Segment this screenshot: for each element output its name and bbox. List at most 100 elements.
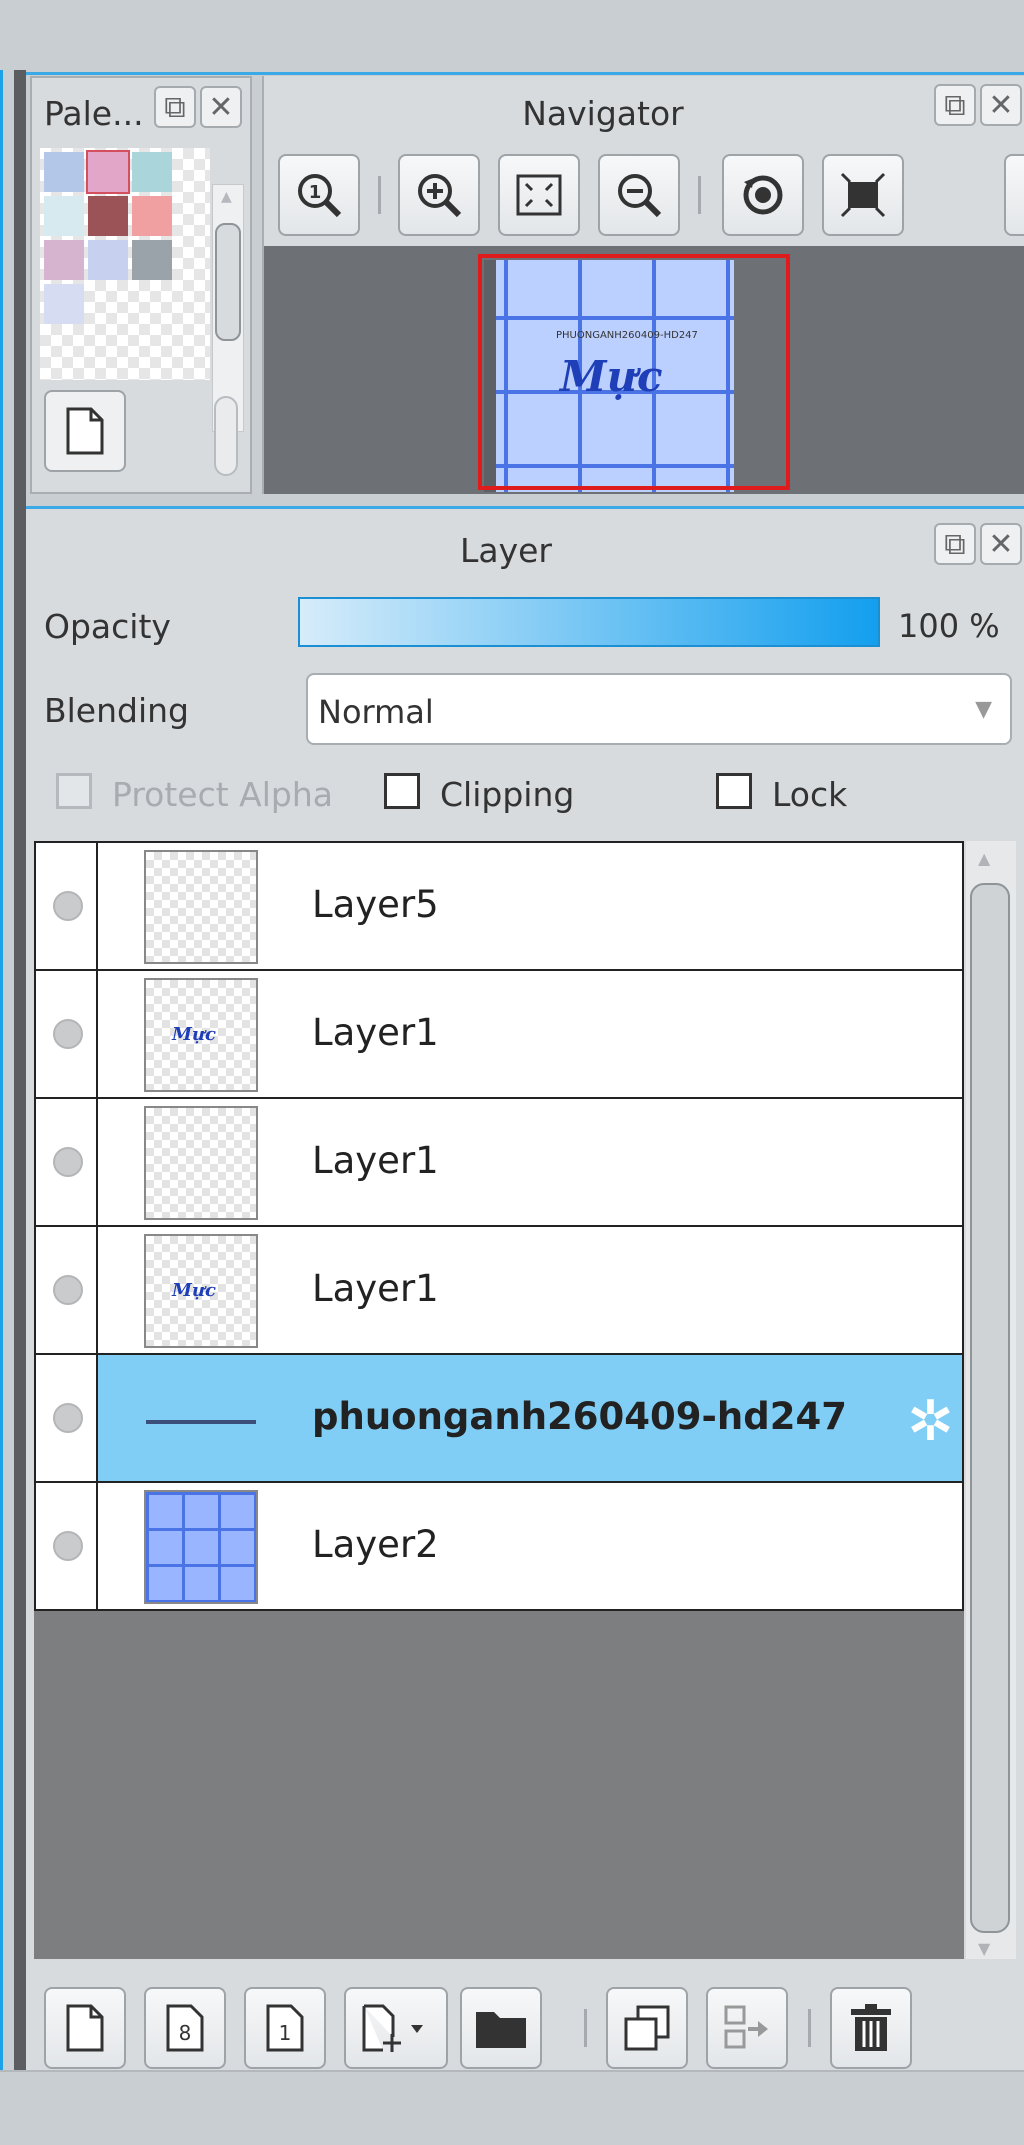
palette-panel: Pale... ⧉ ✕ ▲ <box>30 76 252 494</box>
rotate-icon <box>743 175 783 215</box>
palette-swatch[interactable] <box>44 284 84 324</box>
popout-icon: ⧉ <box>164 89 186 125</box>
layer-thumbnail: Mực <box>144 1234 258 1348</box>
visibility-toggle[interactable] <box>36 1099 98 1225</box>
thumbnail-logo: Mực <box>172 1280 216 1301</box>
visibility-toggle[interactable] <box>36 1355 98 1481</box>
duplicate-icon <box>624 2005 670 2051</box>
rotate-reset-button[interactable] <box>722 154 804 236</box>
navigator-panel: Navigator ⧉ ✕ 1 PHUONGANH260409-HD247 Mự… <box>262 76 1024 494</box>
fit-canvas-icon <box>840 172 886 218</box>
layer-thumbnail <box>144 1490 258 1604</box>
zoom-out-button[interactable] <box>598 154 680 236</box>
lock-checkbox[interactable] <box>716 773 752 809</box>
zoom-in-button[interactable] <box>398 154 480 236</box>
palette-scroll-thumb[interactable] <box>215 223 241 341</box>
lock-label: Lock <box>772 775 848 814</box>
delete-layer-button[interactable] <box>830 1987 912 2069</box>
blending-select[interactable]: Normal ▼ <box>306 673 1012 745</box>
navigator-title: Navigator <box>522 94 684 133</box>
layer-name: Layer1 <box>312 1139 439 1182</box>
clipping-label: Clipping <box>440 775 575 814</box>
layer-thumbnail <box>144 850 258 964</box>
fit-to-window-button[interactable] <box>498 154 580 236</box>
layer-list-scrollbar[interactable]: ▲ ▼ <box>966 841 1016 1961</box>
scroll-down-icon: ▼ <box>978 1939 991 1958</box>
zoom-actual-button[interactable]: 1 <box>278 154 360 236</box>
close-icon: ✕ <box>988 87 1014 123</box>
merge-down-button[interactable] <box>706 1987 788 2069</box>
clipping-checkbox[interactable] <box>384 773 420 809</box>
layer-row[interactable]: Layer1 <box>34 1097 964 1227</box>
layer-row[interactable]: Mực Layer1 <box>34 969 964 1099</box>
popout-icon: ⧉ <box>944 87 966 123</box>
protect-alpha-checkbox[interactable] <box>56 773 92 809</box>
new-folder-button[interactable] <box>460 1987 542 2069</box>
fit-canvas-button[interactable] <box>822 154 904 236</box>
layer-name: Layer1 <box>312 1267 439 1310</box>
layer-name: Layer1 <box>312 1011 439 1054</box>
palette-swatch[interactable] <box>44 240 84 280</box>
navigator-popout-button[interactable]: ⧉ <box>934 84 976 126</box>
eye-icon <box>53 1531 83 1561</box>
new-page-icon <box>66 407 104 455</box>
layer-row-selected[interactable]: phuonganh260409-hd247 ✲ <box>34 1353 964 1483</box>
new-8bit-layer-button[interactable]: 8 <box>144 1987 226 2069</box>
folder-icon <box>476 2012 526 2048</box>
protect-alpha-label: Protect Alpha <box>112 775 333 814</box>
palette-scrollbar[interactable]: ▲ <box>212 184 244 432</box>
add-layer-menu-button[interactable] <box>344 1987 448 2069</box>
duplicate-layer-button[interactable] <box>606 1987 688 2069</box>
panel-top-border <box>26 72 1024 75</box>
layer-close-button[interactable]: ✕ <box>980 523 1022 565</box>
visibility-toggle[interactable] <box>36 1483 98 1609</box>
palette-swatch[interactable] <box>132 152 172 192</box>
merge-down-icon <box>724 2005 768 2049</box>
svg-text:8: 8 <box>179 2021 192 2045</box>
eye-icon <box>53 891 83 921</box>
layer-name: phuonganh260409-hd247 <box>312 1395 847 1438</box>
new-1bit-layer-button[interactable]: 1 <box>244 1987 326 2069</box>
palette-popout-button[interactable]: ⧉ <box>154 86 196 128</box>
layer-row[interactable]: Mực Layer1 <box>34 1225 964 1355</box>
palette-swatch[interactable] <box>132 196 172 236</box>
layer-row[interactable]: Layer5 <box>34 841 964 971</box>
close-icon: ✕ <box>208 89 234 125</box>
palette-swatch[interactable] <box>88 240 128 280</box>
layer-scroll-thumb[interactable] <box>970 883 1010 1933</box>
1bit-layer-icon: 1 <box>266 2004 304 2052</box>
palette-resize-handle[interactable] <box>214 396 238 476</box>
new-layer-button[interactable] <box>44 1987 126 2069</box>
blending-label: Blending <box>44 691 190 730</box>
chevron-down-icon: ▼ <box>975 697 992 722</box>
new-page-icon <box>66 2004 104 2052</box>
opacity-slider[interactable] <box>298 597 880 647</box>
palette-swatch[interactable] <box>44 196 84 236</box>
layer-popout-button[interactable]: ⧉ <box>934 523 976 565</box>
navigator-close-button[interactable]: ✕ <box>980 84 1022 126</box>
thumbnail-text-line <box>146 1420 256 1424</box>
layer-row[interactable]: Layer2 <box>34 1481 964 1611</box>
navigator-more-button[interactable] <box>1004 154 1024 236</box>
palette-swatch[interactable] <box>44 152 84 192</box>
palette-swatch[interactable] <box>132 240 172 280</box>
layer-name: Layer2 <box>312 1523 439 1566</box>
visibility-toggle[interactable] <box>36 843 98 969</box>
eye-icon <box>53 1403 83 1433</box>
8bit-layer-icon: 8 <box>166 2004 204 2052</box>
window-bottom-edge <box>0 2070 1024 2145</box>
palette-close-button[interactable]: ✕ <box>200 86 242 128</box>
visibility-toggle[interactable] <box>36 971 98 1097</box>
layer-panel: Layer ⧉ ✕ Opacity 100 % Blending Normal … <box>26 509 1024 2109</box>
palette-swatch[interactable] <box>86 150 130 194</box>
navigator-viewport-frame[interactable] <box>478 254 790 490</box>
gear-icon[interactable]: ✲ <box>907 1389 954 1454</box>
palette-swatch[interactable] <box>88 196 128 236</box>
scroll-up-icon: ▲ <box>978 849 991 868</box>
window-dark-edge <box>14 70 26 2070</box>
visibility-toggle[interactable] <box>36 1227 98 1353</box>
scroll-up-icon: ▲ <box>221 189 232 205</box>
palette-new-button[interactable] <box>44 390 126 472</box>
fit-window-icon <box>516 174 562 216</box>
navigator-preview[interactable]: PHUONGANH260409-HD247 Mực <box>264 246 1024 494</box>
